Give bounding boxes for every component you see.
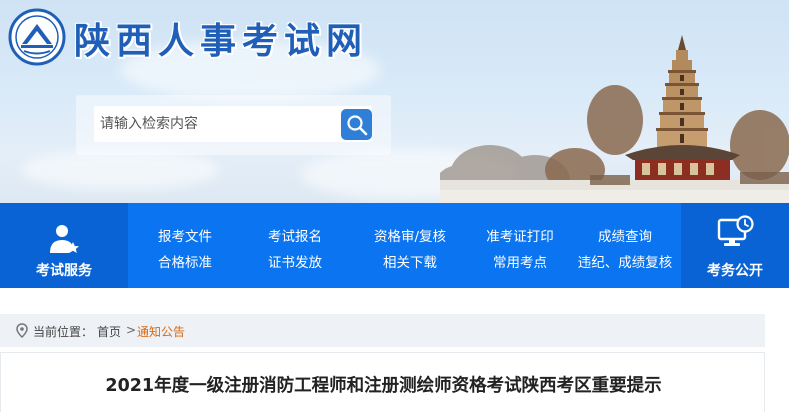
main-nav: 考试服务 报考文件 合格标准 考试报名 证书发放 资格审/复核 相关下载 准考证… xyxy=(0,203,789,288)
nav-exam-affairs-public[interactable]: 考务公开 xyxy=(681,203,789,288)
nav-link-application-files[interactable]: 报考文件 xyxy=(135,225,235,245)
nav-exam-service-label: 考试服务 xyxy=(36,263,92,279)
location-pin-icon xyxy=(16,323,28,338)
pagoda-scenery-image xyxy=(440,35,789,205)
nav-link-certificate-issuance[interactable]: 证书发放 xyxy=(245,251,345,271)
emblem-logo-icon[interactable] xyxy=(8,8,66,66)
breadcrumb-home-link[interactable]: 首页 xyxy=(97,323,121,340)
service-person-icon xyxy=(50,225,79,253)
article-panel: 2021年度一级注册消防工程师和注册测绘师资格考试陕西考区重要提示 xyxy=(0,352,765,412)
search-button[interactable] xyxy=(341,109,372,140)
breadcrumb-label: 当前位置： xyxy=(33,325,94,339)
nav-link-violation-score-review[interactable]: 违纪、成绩复核 xyxy=(570,251,680,271)
header-banner: 陕西人事考试网 xyxy=(0,0,789,205)
search-icon xyxy=(346,114,367,135)
nav-column-1: 报考文件 合格标准 xyxy=(135,203,235,288)
nav-exam-service[interactable]: 考试服务 xyxy=(0,203,128,288)
monitor-clock-icon xyxy=(717,215,754,246)
nav-link-downloads[interactable]: 相关下载 xyxy=(355,251,465,271)
nav-link-exam-sites[interactable]: 常用考点 xyxy=(470,251,570,271)
nav-column-3: 资格审/复核 相关下载 xyxy=(355,203,465,288)
nav-link-score-query[interactable]: 成绩查询 xyxy=(570,225,680,245)
nav-link-admission-ticket[interactable]: 准考证打印 xyxy=(470,225,570,245)
nav-column-4: 准考证打印 常用考点 xyxy=(470,203,570,288)
search-input[interactable] xyxy=(94,106,372,142)
site-title: 陕西人事考试网 xyxy=(74,20,369,62)
nav-exam-affairs-label: 考务公开 xyxy=(707,263,763,279)
breadcrumb-current-link[interactable]: 通知公告 xyxy=(137,323,185,340)
breadcrumb: 当前位置： 首页 > 通知公告 xyxy=(0,314,765,347)
nav-link-exam-registration[interactable]: 考试报名 xyxy=(245,225,345,245)
article-title: 2021年度一级注册消防工程师和注册测绘师资格考试陕西考区重要提示 xyxy=(105,376,662,396)
nav-column-2: 考试报名 证书发放 xyxy=(245,203,345,288)
nav-link-passing-standard[interactable]: 合格标准 xyxy=(135,251,235,271)
breadcrumb-separator: > xyxy=(126,323,137,337)
nav-column-5: 成绩查询 违纪、成绩复核 xyxy=(570,203,680,288)
nav-link-qualification-review[interactable]: 资格审/复核 xyxy=(355,225,465,245)
